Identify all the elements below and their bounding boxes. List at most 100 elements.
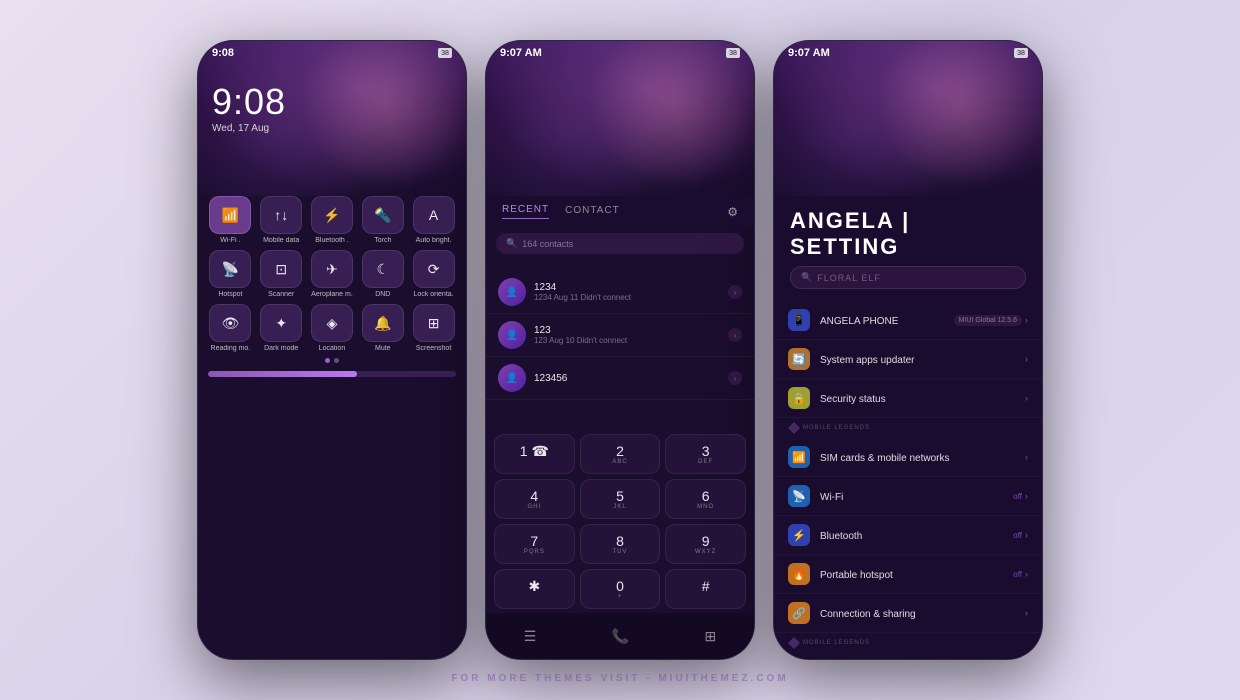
- contact-tabs: RECENT CONTACT ⚙: [486, 196, 754, 227]
- toggle-wifi[interactable]: 📶 Wi-Fi .: [208, 196, 253, 244]
- bluetooth-settings-icon: ⚡: [792, 529, 806, 542]
- dial-3[interactable]: 3 DEF: [665, 434, 746, 474]
- toggle-torch[interactable]: 🔦 Torch: [360, 196, 405, 244]
- contact-item-1234[interactable]: 👤 1234 1234 Aug 11 Didn't connect ›: [486, 271, 754, 314]
- settings-item-connection[interactable]: 🔗 Connection & sharing ›: [774, 594, 1042, 633]
- settings-item-system-apps[interactable]: 🔄 System apps updater ›: [774, 340, 1042, 379]
- nav-dialpad-icon[interactable]: ⊞: [705, 628, 717, 645]
- ml-diamond-icon-1: [788, 422, 800, 434]
- mobile-data-btn[interactable]: ↑↓: [260, 196, 302, 234]
- hotspot-off-value: off: [1013, 570, 1022, 579]
- mute-btn[interactable]: 🔔: [362, 304, 404, 342]
- tab-contact[interactable]: CONTACT: [565, 205, 620, 219]
- bluetooth-off-value: off: [1013, 531, 1022, 540]
- dial-4[interactable]: 4 GHI: [494, 479, 575, 519]
- tab-recent[interactable]: RECENT: [502, 204, 549, 219]
- toggle-reading-mode[interactable]: 👁 Reading mo.: [208, 304, 253, 352]
- ml-diamond-icon-2: [788, 637, 800, 649]
- dial-6[interactable]: 6 MNO: [665, 479, 746, 519]
- reading-mode-btn[interactable]: 👁: [209, 304, 251, 342]
- dial-num-1: 1 ☎: [500, 443, 569, 460]
- status-icons-3: 38: [1014, 48, 1028, 58]
- wifi-toggle-btn[interactable]: 📶: [209, 196, 251, 234]
- dial-1[interactable]: 1 ☎: [494, 434, 575, 474]
- nav-phone-icon[interactable]: 📞: [612, 628, 629, 645]
- dnd-btn[interactable]: ☾: [362, 250, 404, 288]
- dial-7[interactable]: 7 PQRS: [494, 524, 575, 564]
- status-bar-2: 9:07 AM 38: [486, 41, 754, 65]
- toggle-location[interactable]: ◈ Location: [310, 304, 355, 352]
- dial-9[interactable]: 9 WXYZ: [665, 524, 746, 564]
- toggle-aeroplane[interactable]: ✈ Aeroplane m.: [310, 250, 355, 298]
- contact-info-1: 1234 1234 Aug 11 Didn't connect: [534, 282, 720, 302]
- contact-chevron-1[interactable]: ›: [728, 285, 742, 299]
- settings-item-angela-phone[interactable]: 📱 ANGELA PHONE MIUI Global 12.5.6 ›: [774, 301, 1042, 340]
- settings-item-security[interactable]: 🔒 Security status ›: [774, 379, 1042, 418]
- contact-avatar-3: 👤: [498, 364, 526, 392]
- hotspot-settings-label: Portable hotspot: [820, 570, 893, 581]
- toggle-dark-mode[interactable]: ✦ Dark mode: [259, 304, 304, 352]
- aeroplane-btn[interactable]: ✈: [311, 250, 353, 288]
- mute-icon: 🔔: [374, 315, 391, 332]
- dial-5[interactable]: 5 JKL: [580, 479, 661, 519]
- connection-right: ›: [1025, 608, 1028, 618]
- connection-chevron: ›: [1025, 608, 1028, 618]
- contact-item-123456[interactable]: 👤 123456 ›: [486, 357, 754, 400]
- brightness-slider[interactable]: [208, 371, 456, 377]
- hotspot-btn[interactable]: 📡: [209, 250, 251, 288]
- dark-mode-btn[interactable]: ✦: [260, 304, 302, 342]
- settings-item-sim[interactable]: 📶 SIM cards & mobile networks ›: [774, 438, 1042, 477]
- toggle-hotspot[interactable]: 📡 Hotspot: [208, 250, 253, 298]
- dial-0[interactable]: 0 +: [580, 569, 661, 609]
- dial-letters-4: GHI: [500, 504, 569, 510]
- contact-list: 👤 1234 1234 Aug 11 Didn't connect › 👤 12…: [486, 271, 754, 400]
- wifi-chevron: ›: [1025, 491, 1028, 501]
- contact-item-123[interactable]: 👤 123 123 Aug 10 Didn't connect ›: [486, 314, 754, 357]
- settings-panel: ANGELA | SETTING 🔍 FLORAL ELF 📱 ANGELA P…: [774, 196, 1042, 659]
- battery-icon-3: 38: [1014, 48, 1028, 58]
- toggle-scanner[interactable]: ⊡ Scanner: [259, 250, 304, 298]
- connection-icon-box: 🔗: [788, 602, 810, 624]
- toggle-dnd[interactable]: ☾ DND: [360, 250, 405, 298]
- toggle-auto-brightness[interactable]: A Auto bright.: [411, 196, 456, 244]
- hotspot-icon: 📡: [222, 261, 239, 278]
- hotspot-label: Hotspot: [208, 291, 252, 298]
- security-label: Security status: [820, 394, 886, 405]
- dial-8[interactable]: 8 TUV: [580, 524, 661, 564]
- phone1-clock: 9:08 Wed, 17 Aug: [212, 81, 286, 134]
- nav-menu-icon[interactable]: ☰: [524, 628, 537, 645]
- toggle-screenshot[interactable]: ⊞ Screenshot: [411, 304, 456, 352]
- bluetooth-btn[interactable]: ⚡: [311, 196, 353, 234]
- toggle-bluetooth[interactable]: ⚡ Bluetooth .: [310, 196, 355, 244]
- contact-name-2: 123: [534, 325, 720, 336]
- lock-orientation-btn[interactable]: ⟳: [413, 250, 455, 288]
- dial-grid: 1 ☎ 2 ABC 3 DEF 4 GHI 5 JKL 6 MNO: [494, 434, 746, 609]
- location-btn[interactable]: ◈: [311, 304, 353, 342]
- contact-chevron-2[interactable]: ›: [728, 328, 742, 342]
- scanner-btn[interactable]: ⊡: [260, 250, 302, 288]
- settings-item-bluetooth[interactable]: ⚡ Bluetooth off ›: [774, 516, 1042, 555]
- mobile-data-label: Mobile data: [259, 237, 303, 244]
- settings-list: 📱 ANGELA PHONE MIUI Global 12.5.6 › 🔄 Sy…: [774, 301, 1042, 659]
- toggle-mobile-data[interactable]: ↑↓ Mobile data: [259, 196, 304, 244]
- bluetooth-settings-right: off ›: [1013, 530, 1028, 540]
- contact-search-bar[interactable]: 🔍 164 contacts: [496, 233, 744, 254]
- settings-item-wifi[interactable]: 📡 Wi-Fi off ›: [774, 477, 1042, 516]
- wifi-off-value: off: [1013, 492, 1022, 501]
- auto-brightness-btn[interactable]: A: [413, 196, 455, 234]
- screenshot-btn[interactable]: ⊞: [413, 304, 455, 342]
- settings-gear-icon[interactable]: ⚙: [727, 205, 738, 219]
- toggle-lock-orientation[interactable]: ⟳ Lock orienta.: [411, 250, 456, 298]
- ml-logo-1: MOBILE LEGENDS: [788, 422, 1028, 434]
- settings-search-bar[interactable]: 🔍 FLORAL ELF: [790, 266, 1026, 289]
- dial-2[interactable]: 2 ABC: [580, 434, 661, 474]
- settings-item-lock-screen[interactable]: 🎭 Lock screen ›: [774, 653, 1042, 659]
- toggle-mute[interactable]: 🔔 Mute: [360, 304, 405, 352]
- settings-item-hotspot[interactable]: 🔥 Portable hotspot off ›: [774, 555, 1042, 594]
- quick-settings-panel: 📶 Wi-Fi . ↑↓ Mobile data ⚡ Bluetooth . 🔦: [208, 196, 456, 377]
- dial-hash[interactable]: #: [665, 569, 746, 609]
- contact-chevron-3[interactable]: ›: [728, 371, 742, 385]
- dial-star[interactable]: ✱: [494, 569, 575, 609]
- torch-btn[interactable]: 🔦: [362, 196, 404, 234]
- dial-letters-9: WXYZ: [671, 549, 740, 555]
